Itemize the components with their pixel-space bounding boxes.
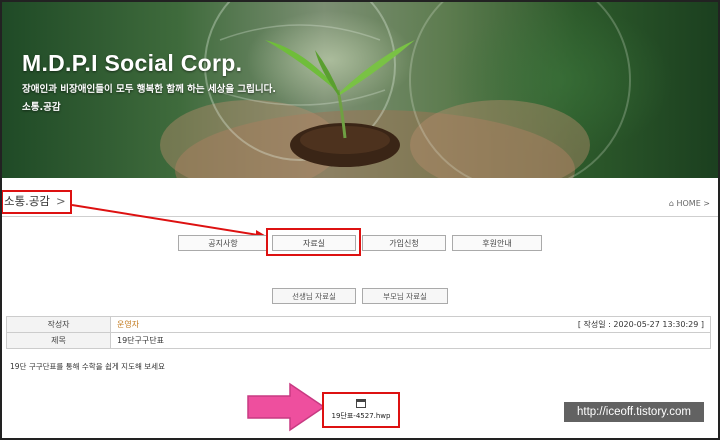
pink-arrow-icon xyxy=(247,382,326,432)
attachment-filename: 19단표-4527.hwp xyxy=(331,412,391,420)
tab-notice[interactable]: 공지사항 xyxy=(178,235,268,251)
post-body: 19단 구구단표를 통해 수학을 쉽게 지도해 보세요 xyxy=(10,362,165,371)
author-label: 작성자 xyxy=(6,316,111,333)
post-title: 19단구구단표 xyxy=(110,332,711,349)
watermark: http://iceoff.tistory.com xyxy=(564,402,704,422)
table-row: 제목 19단구구단표 xyxy=(6,332,711,349)
tab-join[interactable]: 가입신청 xyxy=(362,235,446,251)
subtab-parent[interactable]: 부모님 자료실 xyxy=(362,288,448,304)
tab-archive-highlight xyxy=(266,228,361,256)
post-info-table: 작성자 운영자 [ 작성일 : 2020-05-27 13:30:29 ] 제목… xyxy=(6,316,711,349)
author-cell: 운영자 [ 작성일 : 2020-05-27 13:30:29 ] xyxy=(110,316,711,333)
table-row: 작성자 운영자 [ 작성일 : 2020-05-27 13:30:29 ] xyxy=(6,316,711,333)
author-name: 운영자 xyxy=(117,320,140,329)
subtab-teacher[interactable]: 선생님 자료실 xyxy=(272,288,356,304)
post-date: [ 작성일 : 2020-05-27 13:30:29 ] xyxy=(577,320,704,329)
annotation-arrow xyxy=(71,204,268,241)
file-icon xyxy=(356,399,366,408)
title-label: 제목 xyxy=(6,332,111,349)
attachment-link[interactable]: 19단표-4527.hwp xyxy=(322,392,400,428)
tab-donation[interactable]: 후원안내 xyxy=(452,235,542,251)
